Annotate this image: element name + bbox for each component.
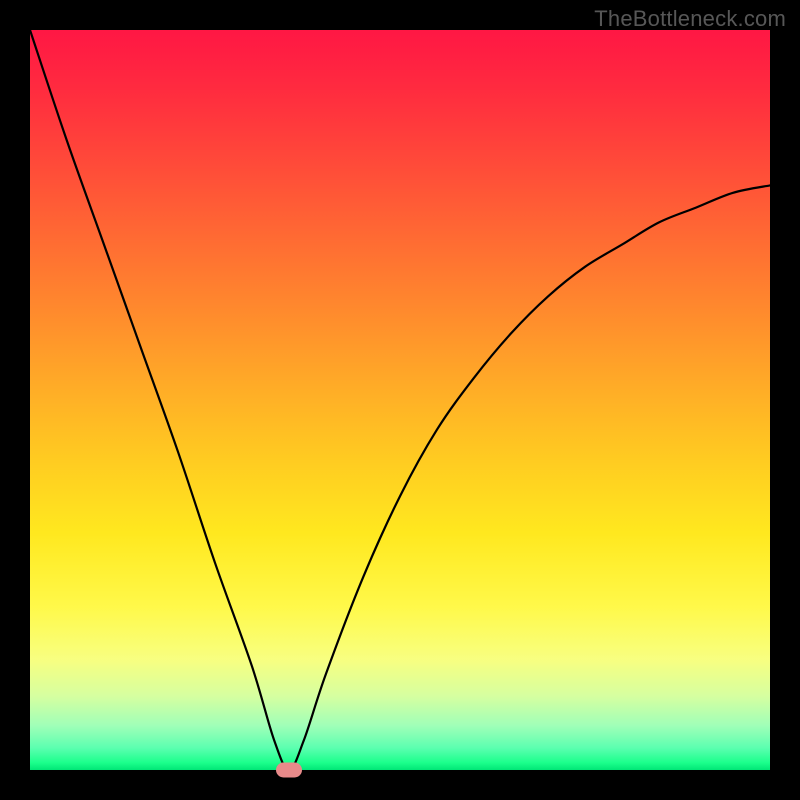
curve-svg [30, 30, 770, 770]
bottleneck-curve [30, 30, 770, 770]
watermark-text: TheBottleneck.com [594, 6, 786, 32]
minimum-marker [276, 763, 302, 778]
chart-container: TheBottleneck.com [0, 0, 800, 800]
plot-area [30, 30, 770, 770]
